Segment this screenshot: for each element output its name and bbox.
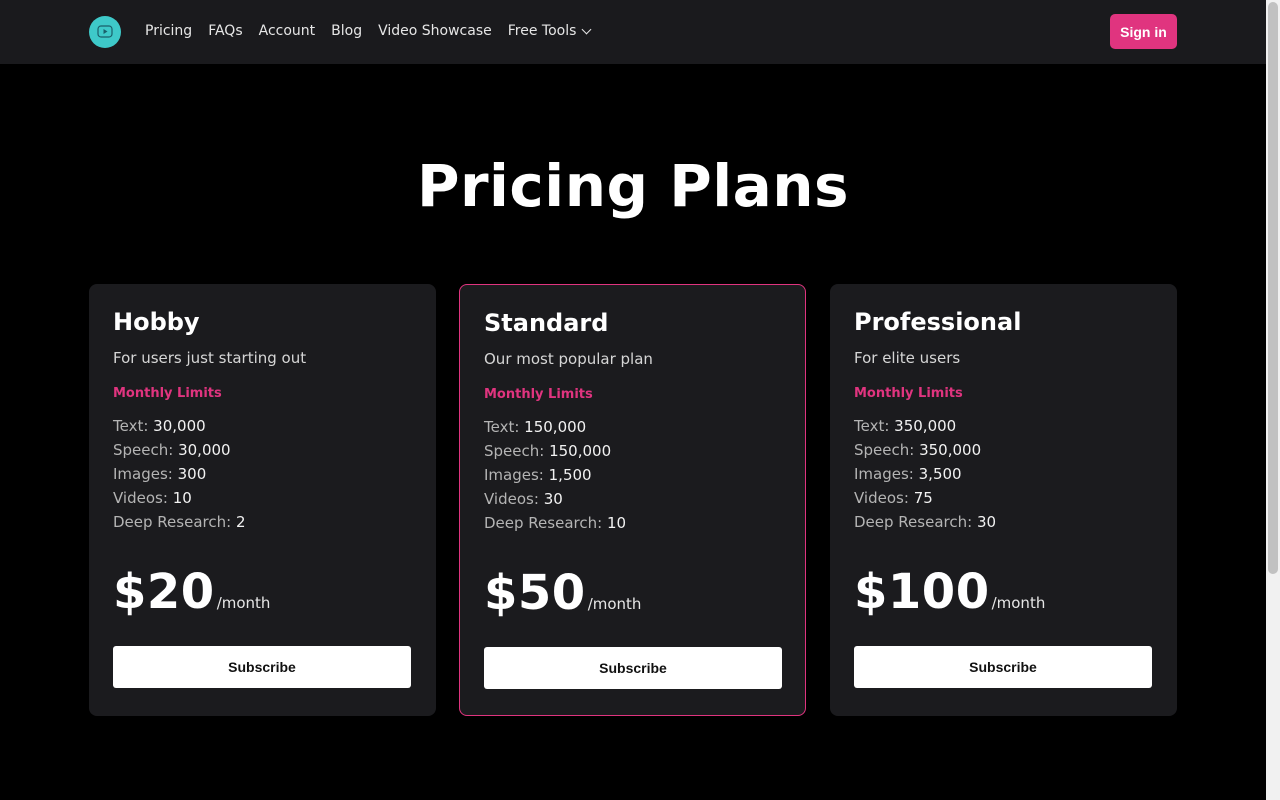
- limits-list: Text: 30,000 Speech: 30,000 Images: 300 …: [113, 414, 412, 534]
- limit-value: 10: [172, 489, 192, 507]
- limit-label: Deep Research:: [854, 513, 973, 531]
- limit-label: Images:: [113, 465, 173, 483]
- nav-link-faqs[interactable]: FAQs: [208, 20, 242, 42]
- limit-label: Videos:: [854, 489, 909, 507]
- plan-name: Hobby: [113, 308, 200, 336]
- limit-value: 1,500: [548, 466, 592, 484]
- plan-description: For elite users: [854, 349, 961, 367]
- price: $20: [113, 564, 215, 620]
- nav-link-pricing[interactable]: Pricing: [145, 20, 192, 42]
- plan-description: For users just starting out: [113, 349, 307, 367]
- price-row: $50 /month: [484, 565, 781, 621]
- nav-link-account[interactable]: Account: [259, 20, 316, 42]
- price: $100: [854, 564, 990, 620]
- plan-card-standard: Standard Our most popular plan Monthly L…: [459, 284, 806, 716]
- limit-value: 300: [177, 465, 207, 483]
- page-title: Pricing Plans: [416, 152, 850, 220]
- limit-label: Images:: [854, 465, 914, 483]
- limit-label: Videos:: [113, 489, 168, 507]
- limit-label: Deep Research:: [484, 514, 603, 532]
- limit-images: Images: 1,500: [484, 463, 781, 487]
- limit-speech: Speech: 350,000: [854, 438, 1153, 462]
- limit-images: Images: 300: [113, 462, 412, 486]
- limit-value: 350,000: [919, 441, 982, 459]
- limit-label: Text:: [854, 417, 890, 435]
- limit-speech: Speech: 150,000: [484, 439, 781, 463]
- plan-name: Standard: [484, 309, 609, 337]
- limit-videos: Videos: 75: [854, 486, 1153, 510]
- limit-value: 150,000: [549, 442, 612, 460]
- plan-card-professional: Professional For elite users Monthly Lim…: [830, 284, 1177, 716]
- limit-videos: Videos: 30: [484, 487, 781, 511]
- limit-value: 350,000: [894, 417, 957, 435]
- limit-value: 30: [543, 490, 563, 508]
- chevron-down-icon: [581, 24, 592, 34]
- limit-label: Speech:: [113, 441, 174, 459]
- subscribe-button-standard[interactable]: Subscribe: [484, 647, 782, 689]
- plan-card-hobby: Hobby For users just starting out Monthl…: [89, 284, 436, 716]
- limit-videos: Videos: 10: [113, 486, 412, 510]
- nav-link-blog[interactable]: Blog: [331, 20, 362, 42]
- limit-label: Text:: [484, 418, 520, 436]
- subscribe-button-professional[interactable]: Subscribe: [854, 646, 1152, 688]
- price-period: /month: [991, 594, 1046, 612]
- limits-heading: Monthly Limits: [113, 386, 222, 401]
- limit-value: 2: [235, 513, 246, 531]
- sign-in-button[interactable]: Sign in: [1110, 14, 1177, 49]
- limits-list: Text: 350,000 Speech: 350,000 Images: 3,…: [854, 414, 1153, 534]
- limit-value: 30,000: [178, 441, 231, 459]
- limit-label: Deep Research:: [113, 513, 232, 531]
- limit-value: 150,000: [524, 418, 587, 436]
- plan-name: Professional: [854, 308, 1022, 336]
- limit-value: 30,000: [153, 417, 206, 435]
- limit-deep-research: Deep Research: 2: [113, 510, 412, 534]
- limit-label: Speech:: [854, 441, 915, 459]
- limit-label: Images:: [484, 466, 544, 484]
- logo-icon[interactable]: [89, 16, 121, 48]
- price-row: $20 /month: [113, 564, 412, 620]
- nav-dropdown-label: Free Tools: [507, 23, 577, 39]
- price-row: $100 /month: [854, 564, 1153, 620]
- play-bubble-icon: [97, 25, 113, 38]
- subscribe-button-hobby[interactable]: Subscribe: [113, 646, 411, 688]
- limits-heading: Monthly Limits: [484, 387, 593, 402]
- limit-text: Text: 350,000: [854, 414, 1153, 438]
- nav-link-video-showcase[interactable]: Video Showcase: [378, 20, 492, 42]
- limit-value: 30: [976, 513, 997, 531]
- price-period: /month: [216, 594, 271, 612]
- limit-deep-research: Deep Research: 30: [854, 510, 1153, 534]
- limit-label: Videos:: [484, 490, 539, 508]
- nav-dropdown-free-tools[interactable]: Free Tools: [507, 20, 592, 42]
- limits-heading: Monthly Limits: [854, 386, 963, 401]
- limit-text: Text: 30,000: [113, 414, 412, 438]
- limit-deep-research: Deep Research: 10: [484, 511, 781, 535]
- limit-speech: Speech: 30,000: [113, 438, 412, 462]
- scrollbar-thumb[interactable]: [1268, 2, 1278, 574]
- plan-description: Our most popular plan: [484, 350, 653, 368]
- price: $50: [484, 565, 586, 621]
- limit-label: Speech:: [484, 442, 545, 460]
- limit-value: 10: [606, 514, 627, 532]
- nav-links: Pricing FAQs Account Blog Video Showcase…: [145, 20, 606, 42]
- price-period: /month: [587, 595, 642, 613]
- limit-label: Text:: [113, 417, 149, 435]
- limit-text: Text: 150,000: [484, 415, 781, 439]
- top-navbar: Pricing FAQs Account Blog Video Showcase…: [0, 0, 1266, 64]
- limit-images: Images: 3,500: [854, 462, 1153, 486]
- limits-list: Text: 150,000 Speech: 150,000 Images: 1,…: [484, 415, 781, 535]
- limit-value: 75: [913, 489, 933, 507]
- limit-value: 3,500: [918, 465, 962, 483]
